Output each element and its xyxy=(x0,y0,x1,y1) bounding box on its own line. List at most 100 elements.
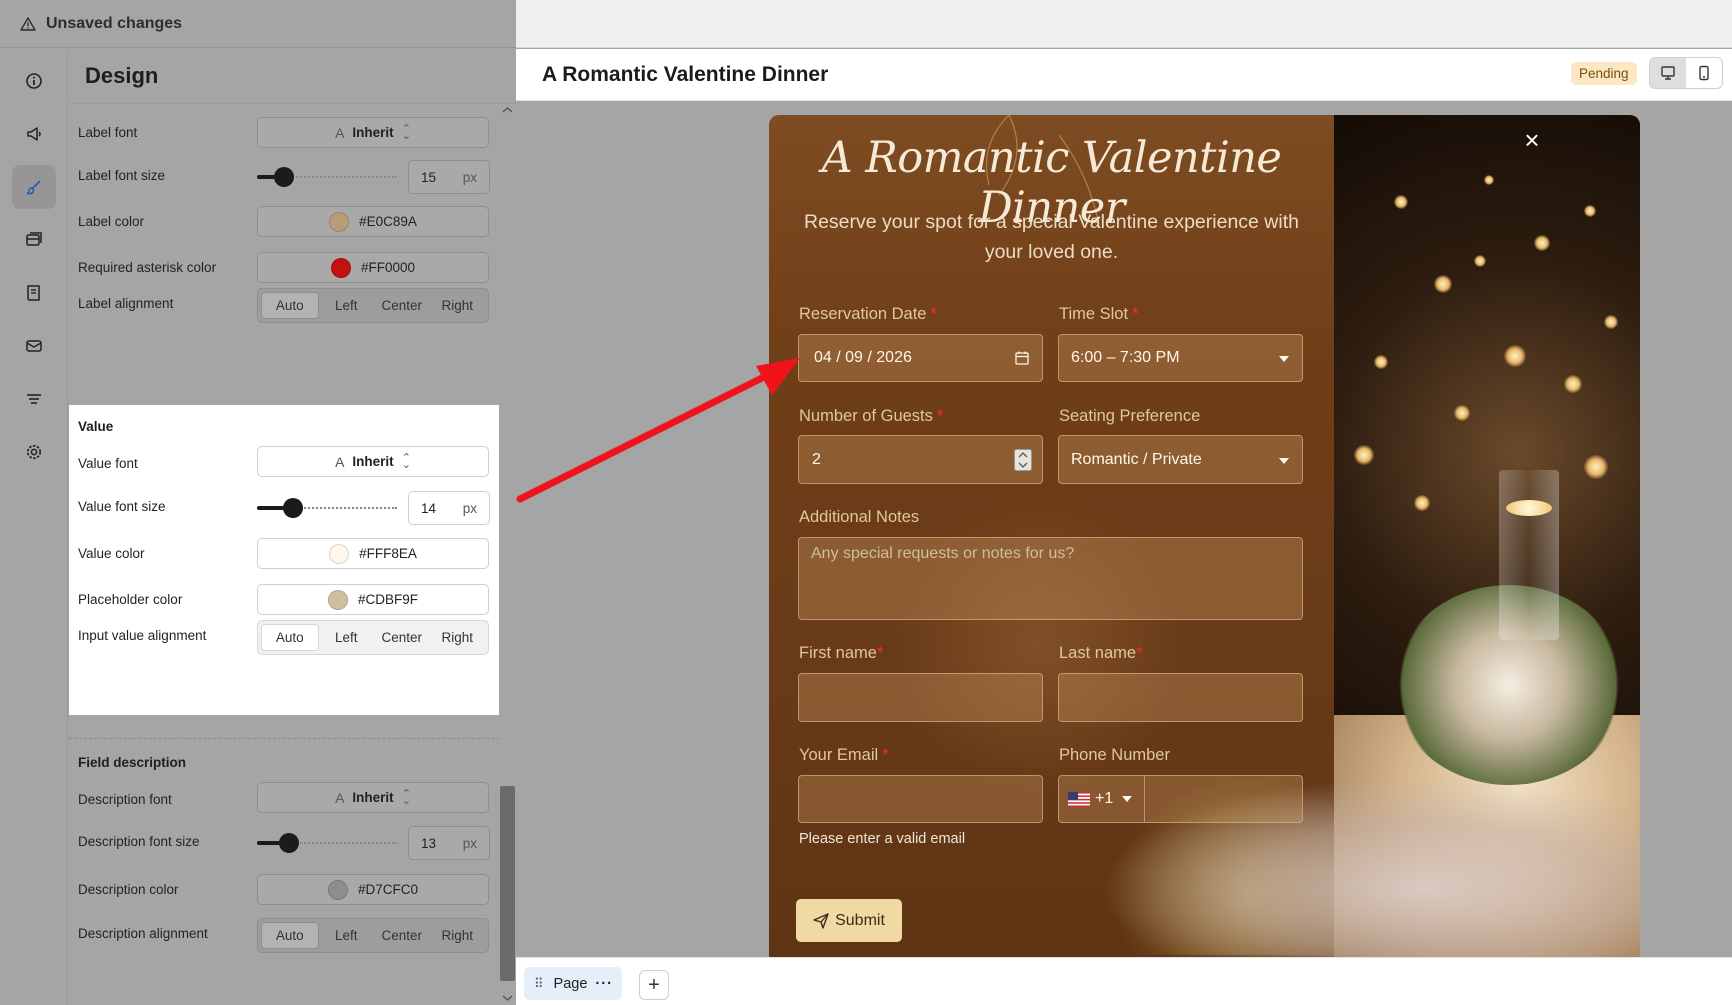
time-slot-label: Time Slot * xyxy=(1059,305,1139,324)
stepper-icon[interactable] xyxy=(1014,449,1032,471)
description-font-size-input[interactable]: 13 px xyxy=(408,826,490,860)
required-asterisk: * xyxy=(1136,644,1143,662)
scrollbar-thumb[interactable] xyxy=(500,786,515,981)
unsaved-changes-label: Unsaved changes xyxy=(46,14,183,32)
description-font-size-row: Description font size 13 px xyxy=(69,822,500,862)
reservation-date-input[interactable]: 04 / 09 / 2026 xyxy=(798,334,1043,382)
value-font-size-slider[interactable] xyxy=(257,498,397,518)
mail-icon[interactable] xyxy=(12,324,56,368)
info-icon[interactable] xyxy=(12,59,56,103)
drag-grip-icon[interactable]: ⠿ xyxy=(534,976,544,992)
label-font-row: Label font A Inherit ⌃ ⌄ xyxy=(69,113,500,153)
align-center-option[interactable]: Center xyxy=(374,922,430,949)
value-color-row: Value color #FFF8EA xyxy=(69,534,500,574)
label-text: Time Slot xyxy=(1059,305,1129,323)
label-font-select[interactable]: A Inherit ⌃ ⌄ xyxy=(257,117,489,148)
popup-form-card: A Romantic Valentine Dinner Reserve your… xyxy=(769,115,1640,957)
required-asterisk-color-picker[interactable]: #FF0000 xyxy=(257,252,489,283)
warning-icon xyxy=(18,14,38,34)
required-asterisk: * xyxy=(1132,305,1139,323)
align-center-option[interactable]: Center xyxy=(374,292,430,319)
submit-button[interactable]: Submit xyxy=(796,899,902,942)
page-tab-label: Page xyxy=(553,975,588,992)
description-font-select[interactable]: A Inherit ⌃ ⌄ xyxy=(257,782,489,813)
align-auto-option[interactable]: Auto xyxy=(261,624,319,651)
required-asterisk: * xyxy=(882,746,889,764)
label-text: First name xyxy=(799,644,877,662)
align-right-option[interactable]: Right xyxy=(430,624,486,651)
device-toggle xyxy=(1649,57,1723,89)
label-font-size-input[interactable]: 15 px xyxy=(408,160,490,194)
required-asterisk-color-row: Required asterisk color #FF0000 xyxy=(69,248,500,288)
required-asterisk: * xyxy=(930,305,937,323)
scroll-down-icon[interactable] xyxy=(502,994,513,1002)
align-right-option[interactable]: Right xyxy=(430,292,486,319)
send-icon xyxy=(813,912,829,929)
submit-label: Submit xyxy=(835,911,885,929)
description-color-picker[interactable]: #D7CFC0 xyxy=(257,874,489,905)
guests-value: 2 xyxy=(812,450,821,468)
description-font-value: Inherit xyxy=(352,790,394,805)
label-color-picker[interactable]: #E0C89A xyxy=(257,206,489,237)
reservation-date-value: 04 / 09 / 2026 xyxy=(814,349,912,366)
email-input[interactable] xyxy=(798,775,1043,823)
font-icon: A xyxy=(335,124,345,141)
value-font-size-label: Value font size xyxy=(78,499,166,514)
settings-icon[interactable] xyxy=(12,430,56,474)
layers-icon[interactable] xyxy=(12,218,56,262)
chevron-updown-icon: ⌃ ⌄ xyxy=(401,122,411,142)
align-auto-option[interactable]: Auto xyxy=(261,292,319,319)
section-divider xyxy=(69,738,500,739)
page-tab[interactable]: ⠿ Page ··· xyxy=(524,967,622,1000)
placeholder-color-picker[interactable]: #CDBF9F xyxy=(257,584,489,615)
align-left-option[interactable]: Left xyxy=(319,624,375,651)
time-slot-select[interactable]: 6:00 – 7:30 PM xyxy=(1058,334,1303,382)
guests-input[interactable]: 2 xyxy=(798,435,1043,484)
slider-knob[interactable] xyxy=(279,833,299,853)
calendar-icon[interactable] xyxy=(1014,350,1030,366)
status-badge: Pending xyxy=(1571,62,1637,85)
align-center-option[interactable]: Center xyxy=(374,624,430,651)
last-name-input[interactable] xyxy=(1058,673,1303,722)
close-icon[interactable]: × xyxy=(1519,127,1545,153)
scroll-up-icon[interactable] xyxy=(502,106,513,114)
panel-scrollbar[interactable] xyxy=(499,104,516,1005)
label-font-size-slider[interactable] xyxy=(257,167,397,187)
book-icon[interactable] xyxy=(12,271,56,315)
align-left-option[interactable]: Left xyxy=(319,292,375,319)
required-asterisk: * xyxy=(876,644,884,662)
value-color-picker[interactable]: #FFF8EA xyxy=(257,538,489,569)
label-text: Number of Guests xyxy=(799,407,933,425)
description-font-label: Description font xyxy=(78,792,172,807)
label-alignment-label: Label alignment xyxy=(78,296,174,311)
align-right-option[interactable]: Right xyxy=(430,922,486,949)
email-label: Your Email * xyxy=(799,746,889,765)
filter-lines-icon[interactable] xyxy=(12,377,56,421)
slider-knob[interactable] xyxy=(283,498,303,518)
value-font-label: Value font xyxy=(78,456,138,471)
notes-textarea[interactable]: Any special requests or notes for us? xyxy=(798,537,1303,620)
slider-knob[interactable] xyxy=(274,167,294,187)
value-font-size-input[interactable]: 14 px xyxy=(408,491,490,525)
desktop-view-button[interactable] xyxy=(1650,58,1686,88)
input-value-alignment-label: Input value alignment xyxy=(78,628,207,643)
align-auto-option[interactable]: Auto xyxy=(261,922,319,949)
pages-bar: ⠿ Page ··· + xyxy=(516,957,1732,1005)
form-subtitle: Reserve your spot for a special Valentin… xyxy=(804,211,1299,263)
add-page-button[interactable]: + xyxy=(639,970,669,1000)
label-text: Your Email xyxy=(799,746,879,764)
description-color-row: Description color #D7CFC0 xyxy=(69,870,500,910)
label-font-label: Label font xyxy=(78,125,138,140)
mobile-view-button[interactable] xyxy=(1686,58,1722,88)
description-font-size-slider[interactable] xyxy=(257,833,397,853)
first-name-input[interactable] xyxy=(798,673,1043,722)
megaphone-icon[interactable] xyxy=(12,112,56,156)
label-alignment-row: Label alignment Auto Left Center Right xyxy=(69,284,500,324)
more-icon[interactable]: ··· xyxy=(595,976,613,992)
brush-icon[interactable] xyxy=(12,165,56,209)
popup-title: A Romantic Valentine Dinner xyxy=(542,63,829,86)
align-left-option[interactable]: Left xyxy=(319,922,375,949)
required-asterisk: * xyxy=(936,407,944,425)
value-font-select[interactable]: A Inherit ⌃ ⌄ xyxy=(257,446,489,477)
seating-select[interactable]: Romantic / Private xyxy=(1058,435,1303,484)
